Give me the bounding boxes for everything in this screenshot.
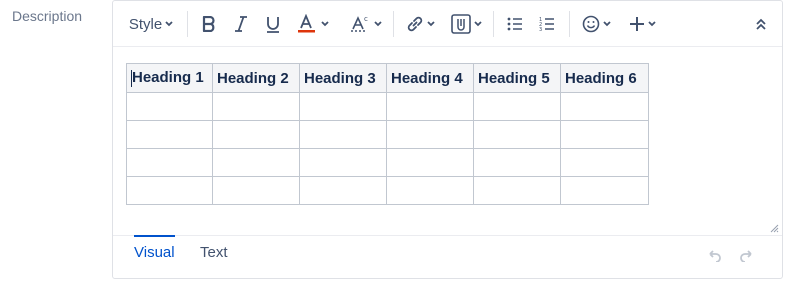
table-row [126,120,649,149]
attachment-button[interactable] [449,11,483,37]
table-cell[interactable] [299,120,387,149]
table-cell[interactable] [212,92,300,121]
collapse-toolbar-button[interactable] [751,11,771,37]
undo-icon[interactable] [706,250,722,262]
bullet-list-icon [507,17,522,31]
numbered-list-icon: 123 [539,17,554,32]
tab-visual[interactable]: Visual [134,235,175,267]
table-row [126,176,649,205]
attachment-icon [450,14,471,34]
table-cell[interactable] [386,120,474,149]
chevron-down-icon [647,21,656,27]
clear-format-icon: c [350,15,368,32]
style-dropdown-label: Style [128,15,163,33]
emoji-icon [582,15,599,33]
underline-button[interactable] [261,11,285,37]
redo-icon[interactable] [739,250,755,262]
bold-button[interactable] [197,11,221,37]
table-cell[interactable] [126,176,213,205]
table-cell[interactable] [386,148,474,177]
table-cell[interactable] [212,148,300,177]
table-cell[interactable] [473,120,561,149]
table-cell[interactable] [126,92,213,121]
toolbar-divider [493,11,494,37]
chevron-down-icon [426,21,435,27]
table-cell[interactable] [386,92,474,121]
svg-text:c: c [364,15,368,23]
chevron-down-icon [320,21,329,27]
bullet-list-button[interactable] [503,11,527,37]
insert-plus-icon [629,17,644,31]
table-cell[interactable] [560,176,649,205]
numbered-list-button[interactable]: 123 [535,11,559,37]
chevron-down-icon [373,21,382,27]
rich-text-editor[interactable]: Style c 1 2 3 Heading 1 Heading 2 Headin… [112,0,783,279]
insert-button[interactable] [625,11,659,37]
description-label: Description [12,8,83,24]
table-header-cell[interactable]: Heading 6 [560,63,649,93]
bold-icon [202,16,215,32]
editor-content-area[interactable]: Heading 1 Heading 2 Heading 3 Heading 4 … [113,47,782,235]
resize-handle-icon[interactable] [770,224,779,233]
link-button[interactable] [403,11,437,37]
toolbar-divider [187,11,188,37]
editor-footer: Visual Text [113,235,782,279]
table-cell[interactable] [473,176,561,205]
table-cell[interactable] [126,120,213,149]
text-color-button[interactable] [295,11,331,37]
table-cell[interactable] [126,148,213,177]
table-cell[interactable] [212,120,300,149]
chevron-down-icon [165,21,173,27]
svg-text:3: 3 [539,27,542,32]
table-cell[interactable] [560,120,649,149]
tab-text[interactable]: Text [200,244,228,267]
table-cell[interactable] [299,92,387,121]
emoji-button[interactable] [579,11,613,37]
content-table[interactable]: Heading 1 Heading 2 Heading 3 Heading 4 … [126,63,649,205]
table-cell[interactable] [212,176,300,205]
chevron-down-icon [473,21,482,27]
table-header-row: Heading 1 Heading 2 Heading 3 Heading 4 … [126,63,649,93]
text-color-icon [297,14,315,33]
table-cell[interactable] [299,148,387,177]
editor-toolbar: Style c 1 2 3 [113,1,782,47]
table-cell[interactable] [299,176,387,205]
underline-icon [267,16,279,33]
style-dropdown[interactable]: Style [126,11,176,37]
table-cell[interactable] [473,92,561,121]
table-cell[interactable] [560,92,649,121]
toolbar-divider [393,11,394,37]
table-row [126,148,649,177]
more-formatting-button[interactable]: c [349,11,383,37]
italic-icon [235,16,247,32]
table-header-cell[interactable]: Heading 4 [386,63,474,93]
collapse-toolbar-icon [756,18,766,30]
table-cell[interactable] [473,148,561,177]
italic-button[interactable] [229,11,253,37]
link-icon [407,16,422,32]
table-header-cell[interactable]: Heading 2 [212,63,300,93]
table-cell[interactable] [560,148,649,177]
toolbar-divider [569,11,570,37]
table-header-cell[interactable]: Heading 3 [299,63,387,93]
table-header-cell[interactable]: Heading 1 [126,63,213,93]
table-header-cell[interactable]: Heading 5 [473,63,561,93]
chevron-down-icon [602,21,611,27]
table-cell[interactable] [386,176,474,205]
table-row [126,92,649,121]
